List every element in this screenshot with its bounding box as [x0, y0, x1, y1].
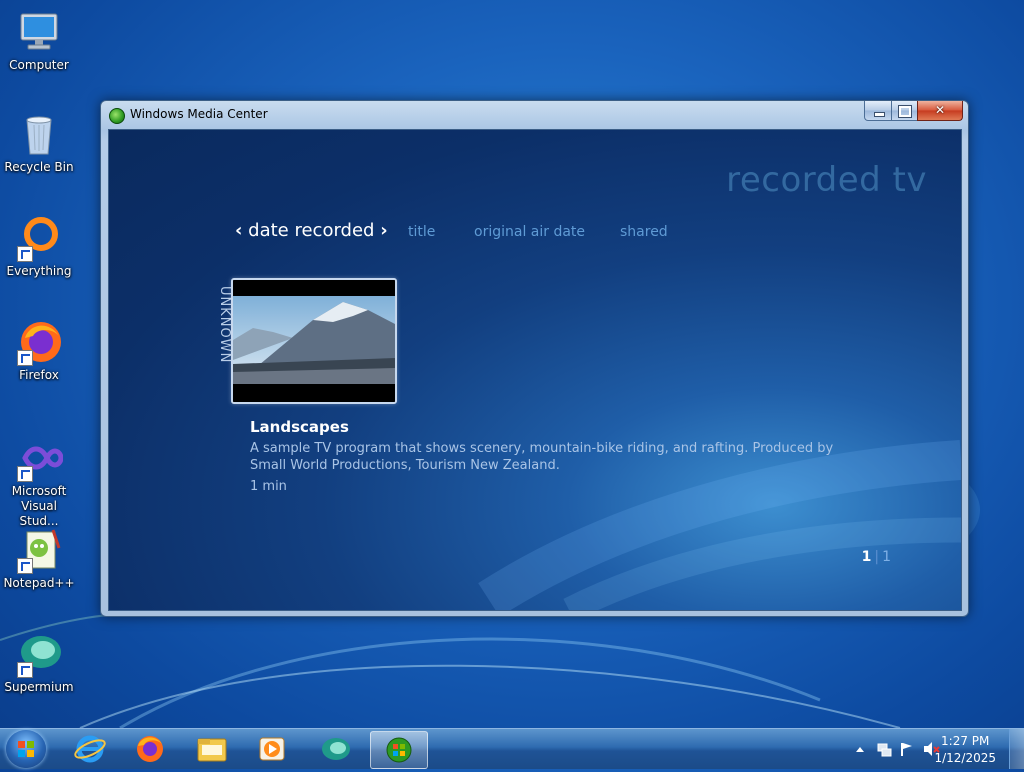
minimize-button[interactable] — [864, 101, 892, 121]
file-explorer-icon — [197, 738, 227, 762]
computer-icon — [15, 8, 63, 56]
page-total: 1 — [882, 549, 891, 565]
desktop-icon-label: Computer — [9, 58, 69, 72]
page-separator: | — [874, 549, 880, 565]
clock[interactable]: 1:27 PM 1/12/2025 — [934, 733, 996, 767]
supermium-icon — [322, 738, 350, 760]
desktop-icon-recycle-bin[interactable]: Recycle Bin — [2, 110, 76, 175]
program-thumbnail[interactable] — [231, 278, 397, 404]
clock-date: 1/12/2025 — [934, 751, 996, 765]
show-hidden-icons-icon — [856, 747, 864, 752]
media-center-content: recorded tv ‹ date recorded › title orig… — [108, 129, 962, 611]
media-center-window[interactable]: Windows Media Center ✕ recorded tv ‹ dat… — [100, 100, 969, 617]
taskbar: 1:27 PM 1/12/2025 — [0, 728, 1024, 769]
recycle-bin-icon — [15, 110, 63, 158]
program-duration: 1 min — [250, 479, 287, 494]
desktop-icon-label: Firefox — [19, 368, 59, 382]
windows-media-center-icon — [386, 737, 412, 763]
tab-label: date recorded — [248, 220, 375, 241]
window-titlebar[interactable]: Windows Media Center ✕ — [101, 101, 968, 129]
desktop-icon-notepad-plus-plus[interactable]: Notepad++ — [2, 526, 76, 591]
tab-original-air-date[interactable]: original air date — [474, 224, 585, 240]
shortcut-arrow-icon — [17, 662, 33, 678]
firefox-icon — [15, 318, 63, 366]
visual-studio-icon — [15, 434, 64, 482]
taskbar-firefox[interactable] — [122, 731, 178, 767]
desktop-icon-visual-studio[interactable]: Microsoft Visual Stud... — [2, 434, 76, 529]
clock-time: 1:27 PM — [941, 734, 990, 748]
internet-explorer-icon — [74, 735, 106, 763]
desktop-icon-firefox[interactable]: Firefox — [2, 318, 76, 383]
shortcut-arrow-icon — [17, 350, 33, 366]
desktop-icon-label: Everything — [6, 264, 72, 278]
supermium-icon — [15, 630, 63, 678]
program-description: A sample TV program that shows scenery, … — [250, 441, 834, 473]
page-current: 1 — [861, 549, 872, 565]
notepad-plus-plus-icon — [15, 526, 63, 574]
taskbar-windows-media-center[interactable] — [370, 731, 428, 769]
taskbar-media-player[interactable] — [244, 731, 300, 767]
desktop-icon-label: Microsoft Visual Stud... — [11, 484, 67, 528]
window-title: Windows Media Center — [130, 107, 268, 121]
group-label: UNKNOWN — [217, 286, 232, 364]
taskbar-supermium[interactable] — [308, 731, 364, 767]
maximize-button[interactable] — [891, 101, 918, 121]
desktop-icon-label: Notepad++ — [3, 576, 75, 590]
section-title: recorded tv — [726, 160, 927, 200]
windows-logo-icon — [18, 741, 34, 757]
windows-media-center-icon — [109, 108, 125, 124]
shortcut-arrow-icon — [17, 558, 33, 574]
taskbar-file-explorer[interactable] — [184, 731, 240, 767]
mountain-landscape-image — [233, 280, 395, 402]
show-desktop-button[interactable] — [1009, 729, 1024, 769]
shortcut-arrow-icon — [17, 246, 33, 262]
shortcut-arrow-icon — [17, 466, 33, 482]
desktop-icon-label: Supermium — [4, 680, 74, 694]
desktop-icon-computer[interactable]: Computer — [2, 8, 76, 73]
chevron-right-icon[interactable]: › — [380, 220, 387, 241]
start-button[interactable] — [6, 730, 46, 768]
close-button[interactable]: ✕ — [917, 101, 963, 121]
system-tray: 1:27 PM 1/12/2025 — [834, 729, 1024, 769]
page-indicator: 1 | 1 — [862, 549, 891, 565]
chevron-left-icon[interactable]: ‹ — [235, 220, 242, 241]
desktop-icon-everything[interactable]: Everything — [2, 214, 76, 279]
firefox-icon — [137, 736, 163, 762]
desktop-icon-label: Recycle Bin — [4, 160, 74, 174]
tab-date-recorded[interactable]: ‹ date recorded › — [235, 220, 388, 241]
close-icon: ✕ — [934, 103, 946, 117]
media-player-icon — [259, 737, 285, 761]
everything-icon — [15, 214, 63, 262]
tab-shared[interactable]: shared — [620, 224, 668, 240]
program-title[interactable]: Landscapes — [250, 418, 349, 436]
taskbar-internet-explorer[interactable] — [62, 731, 118, 767]
tab-title[interactable]: title — [408, 224, 435, 240]
desktop-icon-supermium[interactable]: Supermium — [2, 630, 76, 695]
